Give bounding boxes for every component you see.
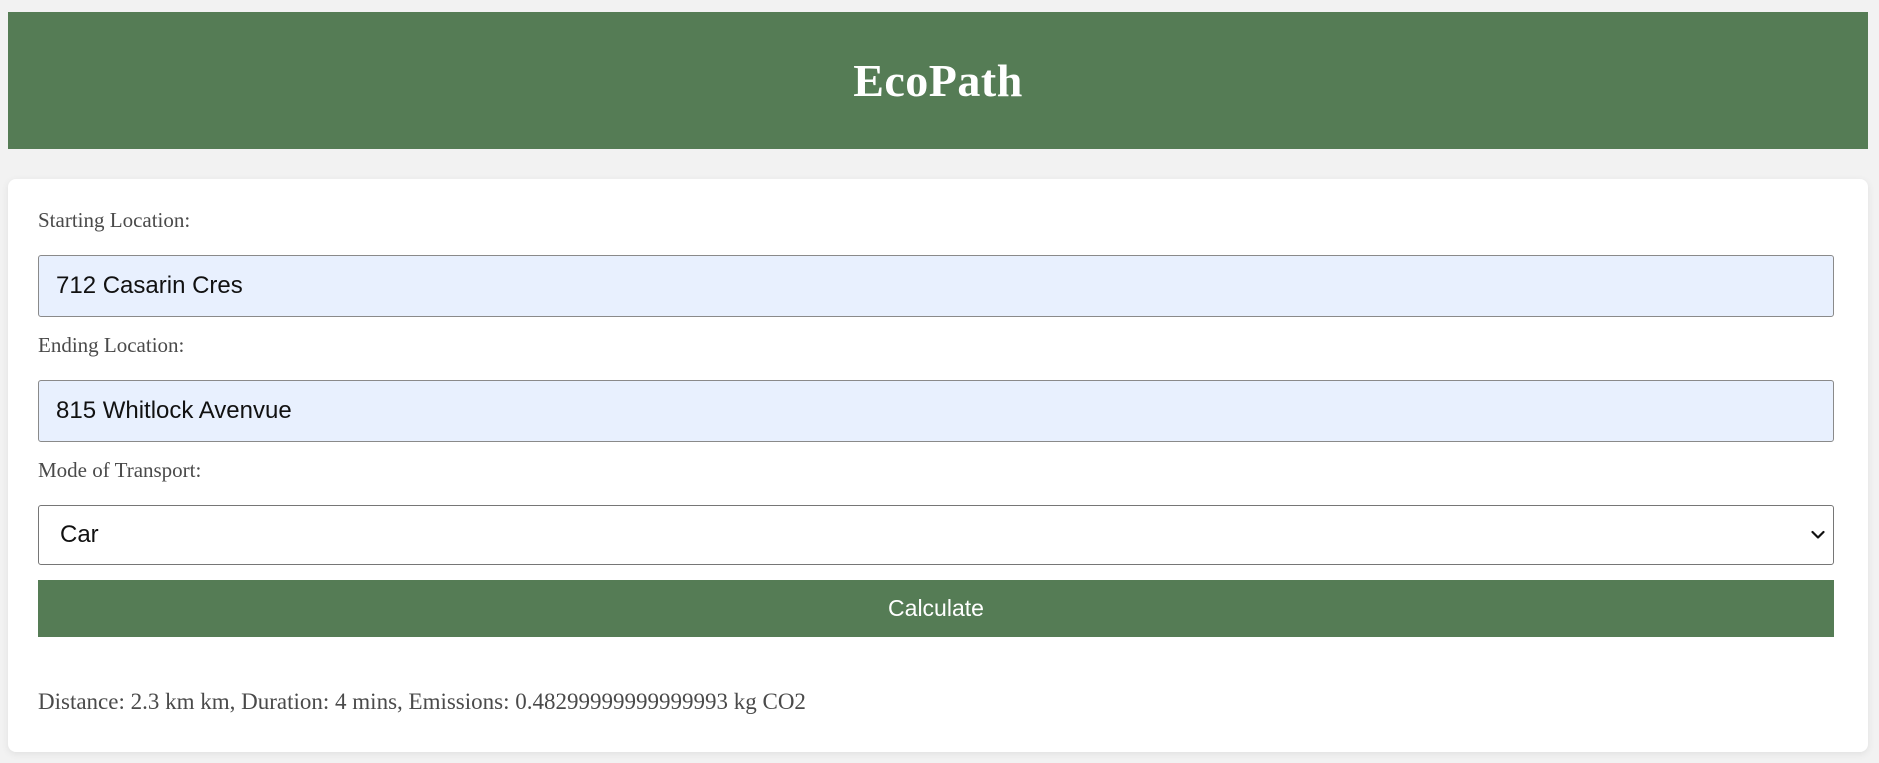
mode-of-transport-label: Mode of Transport: (38, 458, 202, 482)
chevron-down-icon (1809, 526, 1827, 544)
route-form-card: Starting Location: Ending Location: Mode… (8, 179, 1868, 752)
calculate-button[interactable]: Calculate (38, 580, 1834, 637)
mode-of-transport-select[interactable]: Car (38, 505, 1834, 565)
starting-location-label: Starting Location: (38, 208, 191, 232)
result-text: Distance: 2.3 km km, Duration: 4 mins, E… (38, 689, 806, 714)
ending-location-input[interactable] (38, 380, 1834, 442)
calculate-button-label: Calculate (888, 595, 984, 621)
app-title: EcoPath (853, 55, 1023, 106)
app-header: EcoPath (8, 12, 1868, 149)
ending-location-label: Ending Location: (38, 333, 185, 357)
mode-of-transport-selected-value: Car (60, 521, 99, 548)
starting-location-input[interactable] (38, 255, 1834, 317)
